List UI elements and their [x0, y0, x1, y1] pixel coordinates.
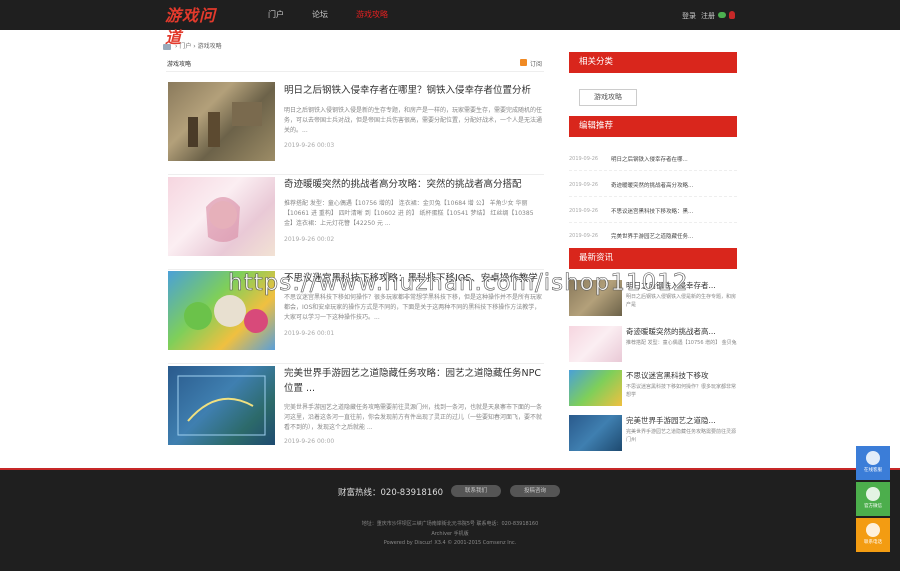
article-thumbnail[interactable]: [168, 82, 275, 161]
footer-address: 地址：重庆市沙坪坝区三峡广场南岸街北元书院5号 联系电话：020-8391816…: [361, 521, 539, 527]
contact-us-button[interactable]: 联系我们: [451, 485, 501, 497]
article-item: 完美世界手游园艺之道隐藏任务攻略：园艺之道隐藏任务NPC位置 ... 完美世界手…: [168, 366, 544, 459]
nav-game-guide[interactable]: 游戏攻略: [356, 9, 388, 20]
article-summary: 明日之后钢铁入侵钢铁入侵是新的生存专题，和房产是一样的，玩家需要生存，需要完成随…: [284, 107, 543, 134]
latest-title[interactable]: 完美世界手游园艺之道隐...: [626, 415, 716, 426]
article-date: 2019-9-26 00:00: [284, 438, 335, 445]
latest-summary: 完美世界手游园艺之道隐藏任务攻略需要前往灵源门州: [626, 429, 737, 443]
latest-item[interactable]: 奇迹暖暖突然的挑战者高... 推荐搭配 发型：童心偶遇【10756 增的】 金贝…: [569, 326, 737, 366]
qq-icon[interactable]: [729, 11, 735, 19]
article-title[interactable]: 奇迹暖暖突然的挑战者高分攻略：突然的挑战者高分搭配: [284, 177, 544, 192]
submission-button[interactable]: 投稿咨询: [510, 485, 560, 497]
breadcrumb-current: 游戏攻略: [197, 43, 222, 50]
recommend-link[interactable]: 不思议迷宫黑科技下移攻略：黑...: [611, 207, 693, 215]
recommend-link[interactable]: 明日之后钢铁入侵幸存者在哪...: [611, 155, 688, 163]
article-title[interactable]: 完美世界手游园艺之道隐藏任务攻略：园艺之道隐藏任务NPC位置 ...: [284, 366, 544, 396]
article-thumbnail[interactable]: [168, 366, 275, 445]
breadcrumb: › 门户 › 游戏攻略: [163, 41, 222, 50]
latest-item[interactable]: 不思议迷宫黑科技下移攻 不思议迷宫黑科技下移如何操作？很多玩家都非常想学: [569, 370, 737, 410]
breadcrumb-portal[interactable]: 门户: [179, 43, 191, 50]
soldier-scene-icon: [188, 102, 262, 147]
home-icon[interactable]: [163, 43, 171, 50]
online-service-button[interactable]: 在线客服: [856, 446, 890, 480]
top-navigation-bar: 游戏问道 门户 论坛 游戏攻略 登录 注册: [0, 0, 900, 47]
latest-thumbnail[interactable]: [569, 326, 622, 362]
article-item: 奇迹暖暖突然的挑战者高分攻略：突然的挑战者高分搭配 推荐搭配 发型：童心偶遇【1…: [168, 177, 544, 270]
recommend-link[interactable]: 奇迹暖暖突然的挑战者高分攻略...: [611, 181, 693, 189]
register-link[interactable]: 注册: [701, 11, 715, 21]
game-map-icon: [177, 375, 266, 436]
article-date: 2019-9-26 00:02: [284, 236, 335, 243]
latest-thumbnail[interactable]: [569, 415, 622, 451]
article-thumbnail[interactable]: [168, 177, 275, 256]
article-list-header: 游戏攻略 订阅: [166, 58, 544, 72]
article-summary: 推荐搭配 发型：童心偶遇【10756 增的】 连衣裙：金贝兔【10684 增 公…: [284, 200, 534, 227]
latest-title[interactable]: 奇迹暖暖突然的挑战者高...: [626, 326, 716, 337]
footer-powered: Powered by Discuz! X3.4 © 2001-2015 Coms…: [383, 540, 517, 546]
latest-thumbnail[interactable]: [569, 370, 622, 406]
watermark-text: https://www.huzhan.com/ishop11012: [228, 270, 689, 297]
recommend-date: 2019-09-26: [569, 182, 599, 188]
rss-link[interactable]: 订阅: [530, 59, 542, 68]
rss-icon[interactable]: [520, 59, 527, 66]
divider: [569, 170, 737, 171]
site-logo[interactable]: 游戏问道: [165, 5, 229, 47]
float-label: 联系电话: [864, 540, 882, 545]
wechat-icon: [866, 487, 880, 501]
editor-picks-header: 编辑推荐: [569, 116, 737, 137]
phone-button[interactable]: 联系电话: [856, 518, 890, 552]
article-title[interactable]: 明日之后钢铁入侵幸存者在哪里？钢铁入侵幸存者位置分析: [284, 83, 544, 98]
article-item: 明日之后钢铁入侵幸存者在哪里？钢铁入侵幸存者位置分析 明日之后钢铁入侵钢铁入侵是…: [168, 82, 544, 175]
divider: [569, 196, 737, 197]
article-date: 2019-9-26 00:01: [284, 330, 335, 337]
article-date: 2019-9-26 00:03: [284, 142, 335, 149]
anime-character-icon: [206, 197, 240, 242]
phone-icon: [866, 523, 880, 537]
recommend-link[interactable]: 完美世界手游园艺之道隐藏任务...: [611, 232, 693, 240]
related-categories-header: 相关分类: [569, 52, 737, 73]
recommend-date: 2019-09-26: [569, 208, 599, 214]
latest-summary: 不思议迷宫黑科技下移如何操作？很多玩家都非常想学: [626, 384, 737, 398]
breadcrumb-separator: ›: [175, 43, 178, 50]
nav-forum[interactable]: 论坛: [312, 9, 328, 20]
article-summary: 完美世界手游园艺之道隐藏任务攻略需要前往灵源门州，找到一条河，也就是天泉寨市下面…: [284, 404, 543, 431]
list-title: 游戏攻略: [167, 61, 192, 68]
latest-title[interactable]: 不思议迷宫黑科技下移攻: [626, 370, 709, 381]
hotline: 财富热线：020-83918160: [338, 488, 444, 498]
nav-portal[interactable]: 门户: [268, 9, 284, 20]
wechat-icon[interactable]: [718, 12, 726, 18]
float-label: 官方微信: [864, 504, 882, 509]
latest-summary: 推荐搭配 发型：童心偶遇【10756 增的】 金贝兔: [626, 340, 737, 346]
footer-links[interactable]: Archiver 手机版: [0, 530, 900, 537]
float-label: 在线客服: [864, 468, 882, 473]
latest-item[interactable]: 完美世界手游园艺之道隐... 完美世界手游园艺之道隐藏任务攻略需要前往灵源门州: [569, 415, 737, 455]
breadcrumb-separator: ›: [193, 43, 196, 50]
article-summary: 不思议迷宫黑科技下移如何操作？很多玩家都非常想学黑科技下移，但是这种操作并不是所…: [284, 294, 543, 321]
divider: [569, 222, 737, 223]
category-button[interactable]: 游戏攻略: [579, 89, 637, 106]
recommend-date: 2019-09-26: [569, 156, 599, 162]
latest-news-header: 最新资讯: [569, 248, 737, 269]
footer: 财富热线：020-83918160 联系我们 投稿咨询 地址：重庆市沙坪坝区三峡…: [0, 468, 900, 571]
recommend-date: 2019-09-26: [569, 233, 599, 239]
chat-icon: [866, 451, 880, 465]
login-link[interactable]: 登录: [682, 11, 696, 21]
wechat-button[interactable]: 官方微信: [856, 482, 890, 516]
